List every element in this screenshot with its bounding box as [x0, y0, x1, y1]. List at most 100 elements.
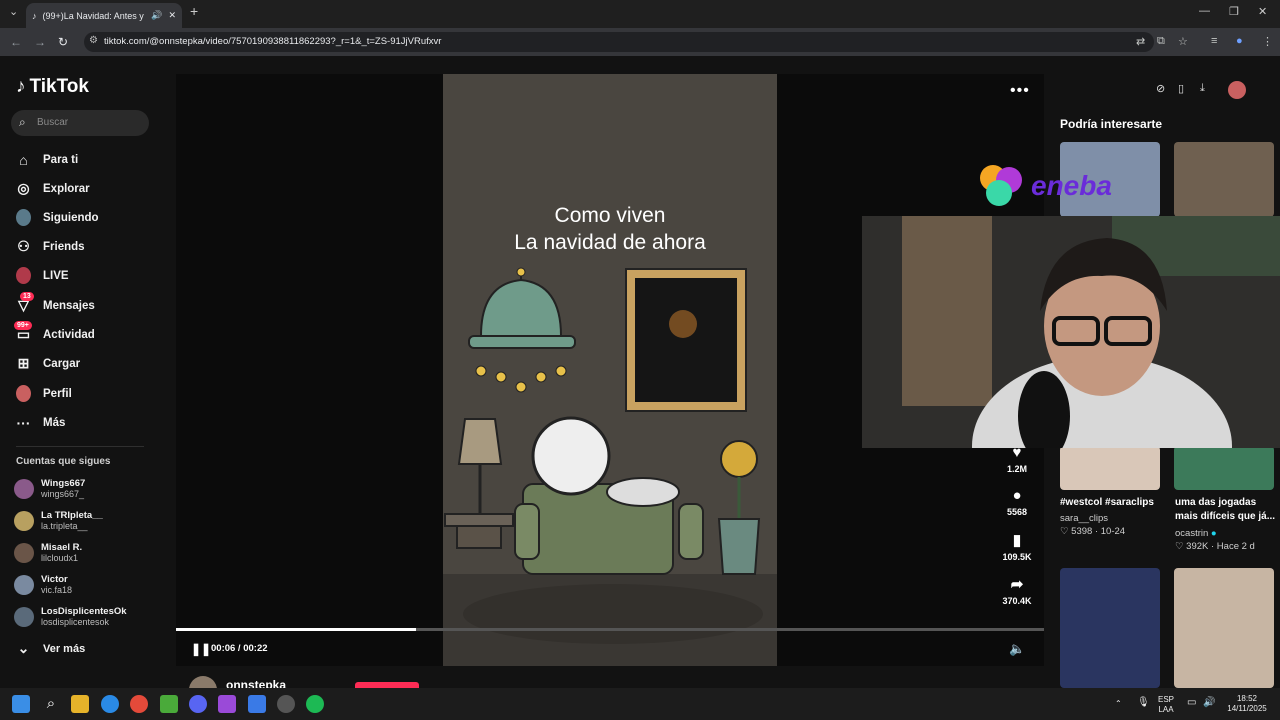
new-tab-icon[interactable]: +: [190, 3, 198, 19]
comment-button[interactable]: ● 5568: [1000, 487, 1034, 517]
video-cartoon-scene: [443, 267, 777, 666]
audio-playing-icon[interactable]: 🔊: [151, 10, 162, 21]
search-icon[interactable]: ⌕: [42, 695, 60, 713]
account-item[interactable]: La TRIpleta__ la.tripleta__: [14, 510, 103, 531]
avatar: [14, 478, 34, 499]
share-button[interactable]: ➦ 370.4K: [1000, 575, 1034, 606]
reload-icon[interactable]: ↻: [58, 35, 68, 49]
messages-badge: 13: [20, 292, 34, 301]
tab-search-icon[interactable]: ⌄: [9, 5, 18, 18]
following-avatar-icon: [16, 209, 31, 226]
menu-kebab-icon[interactable]: ⋮: [1262, 35, 1273, 48]
tiktok-note-icon: ♪: [16, 76, 26, 97]
video-progress-bar[interactable]: [176, 628, 1044, 631]
video-frame[interactable]: Como viven La navidad de ahora: [443, 74, 777, 666]
avatar: [14, 574, 34, 595]
bookmark-star-icon[interactable]: ☆: [1178, 35, 1188, 48]
install-app-icon[interactable]: ⧉: [1157, 35, 1165, 48]
app-icon[interactable]: [218, 695, 236, 713]
nav-friends[interactable]: ⚇ Friends: [16, 238, 84, 254]
url-field[interactable]: ⚙ tiktok.com/@onnstepka/video/7570190938…: [84, 32, 1154, 52]
app-icon[interactable]: [277, 695, 295, 713]
live-avatar-icon: [16, 267, 31, 284]
site-info-icon[interactable]: ⚙: [89, 35, 98, 46]
minimize-icon[interactable]: —: [1199, 5, 1210, 17]
recommended-title: Podría interesarte: [1060, 117, 1163, 131]
like-button[interactable]: ♥ 1.2M: [1000, 444, 1034, 474]
discord-icon[interactable]: [189, 695, 207, 713]
see-more-button[interactable]: ⌄ Ver más: [16, 640, 86, 656]
nav-mensajes[interactable]: ▽ 13 Mensajes: [16, 292, 95, 313]
close-window-icon[interactable]: ✕: [1258, 5, 1267, 18]
recommended-thumb[interactable]: [1174, 142, 1274, 217]
recommended-caption[interactable]: #westcol #saraclips: [1060, 496, 1170, 510]
reading-list-icon[interactable]: ≡: [1211, 35, 1217, 47]
account-item[interactable]: Wings667 wings667_: [14, 478, 85, 499]
tray-chevron-icon[interactable]: ⌃: [1115, 699, 1122, 709]
avatar: [14, 542, 34, 563]
device-icon[interactable]: ▯: [1178, 82, 1184, 95]
network-icon[interactable]: ▭: [1187, 698, 1196, 708]
user-avatar[interactable]: [1228, 81, 1246, 99]
profile-icon[interactable]: ●: [1236, 35, 1243, 47]
recommended-user[interactable]: ocastrin ●: [1175, 528, 1217, 539]
recommended-thumb[interactable]: [1060, 446, 1160, 490]
coins-icon[interactable]: ⊘: [1156, 82, 1165, 95]
eneba-flower-icon: [980, 165, 1022, 206]
close-tab-icon[interactable]: ✕: [168, 10, 176, 21]
verified-icon: ●: [1210, 528, 1217, 539]
video-more-options-icon[interactable]: •••: [1010, 82, 1030, 100]
language-indicator[interactable]: ESP LAA: [1158, 695, 1174, 715]
tiktok-favicon-icon: ♪: [32, 10, 37, 21]
file-explorer-icon[interactable]: [71, 695, 89, 713]
app-icon[interactable]: [248, 695, 266, 713]
forward-icon[interactable]: →: [34, 35, 46, 49]
edge-icon[interactable]: [101, 695, 119, 713]
minecraft-icon[interactable]: [160, 695, 178, 713]
nav-perfil[interactable]: Perfil: [16, 385, 72, 402]
sidebar-divider: [16, 446, 144, 447]
back-icon[interactable]: ←: [10, 35, 22, 49]
clock[interactable]: 18:52 14/11/2025: [1222, 694, 1272, 714]
upload-icon: ⊞: [17, 355, 30, 371]
translate-icon[interactable]: ⇄: [1136, 35, 1145, 48]
comment-icon: ●: [1012, 487, 1022, 504]
friends-icon: ⚇: [17, 238, 30, 254]
bookmark-icon: ▮: [1012, 532, 1022, 549]
nav-cargar[interactable]: ⊞ Cargar: [16, 355, 80, 371]
messages-icon: ▽ 13: [16, 292, 34, 313]
search-input[interactable]: ⌕ Buscar: [11, 110, 149, 136]
pause-icon[interactable]: ❚❚: [191, 642, 211, 656]
nav-live[interactable]: LIVE: [16, 267, 69, 284]
microphone-icon[interactable]: 🎙: [1137, 698, 1150, 708]
tiktok-logo[interactable]: ♪ TikTok: [16, 76, 89, 98]
spotify-icon[interactable]: [306, 695, 324, 713]
home-icon: ⌂: [19, 151, 28, 168]
browser-address-bar: ← → ↻ ⚙ tiktok.com/@onnstepka/video/7570…: [0, 28, 1280, 56]
volume-icon[interactable]: 🔈: [1009, 641, 1025, 657]
restore-icon[interactable]: ❐: [1229, 5, 1239, 18]
recommended-caption[interactable]: uma das jogadas mais difíceis que já...: [1175, 496, 1277, 524]
nav-siguiendo[interactable]: Siguiendo: [16, 209, 99, 226]
recommended-user[interactable]: sara__clips: [1060, 513, 1108, 524]
chrome-icon[interactable]: [130, 695, 148, 713]
volume-icon[interactable]: 🔊: [1203, 698, 1215, 708]
nav-para-ti[interactable]: ⌂ Para ti: [16, 151, 78, 168]
recommended-stats: ♡ 5398 · 10-24: [1060, 526, 1126, 537]
share-icon: ➦: [1010, 576, 1024, 593]
download-icon[interactable]: ⤓: [1200, 82, 1205, 95]
save-button[interactable]: ▮ 109.5K: [1000, 531, 1034, 562]
nav-mas[interactable]: ··· Más: [16, 415, 66, 431]
account-item[interactable]: LosDisplicentesOk losdisplicentesok: [14, 606, 127, 627]
recommended-thumb[interactable]: [1174, 568, 1274, 688]
account-item[interactable]: Victor vic.fa18: [14, 574, 72, 595]
nav-actividad[interactable]: ▭ 99+ Actividad: [14, 321, 95, 342]
browser-tab[interactable]: ♪ (99+)La Navidad: Antes y A 🔊 ✕: [26, 3, 182, 28]
recommended-thumb[interactable]: [1060, 568, 1160, 688]
windows-start-icon[interactable]: [12, 695, 30, 713]
video-time: 00:06 / 00:22: [211, 643, 268, 654]
recommended-thumb[interactable]: [1174, 446, 1274, 490]
account-item[interactable]: Misael R. lilcloudx1: [14, 542, 82, 563]
eneba-logo: eneba: [975, 160, 1112, 212]
nav-explorar[interactable]: ◎ Explorar: [16, 180, 89, 196]
